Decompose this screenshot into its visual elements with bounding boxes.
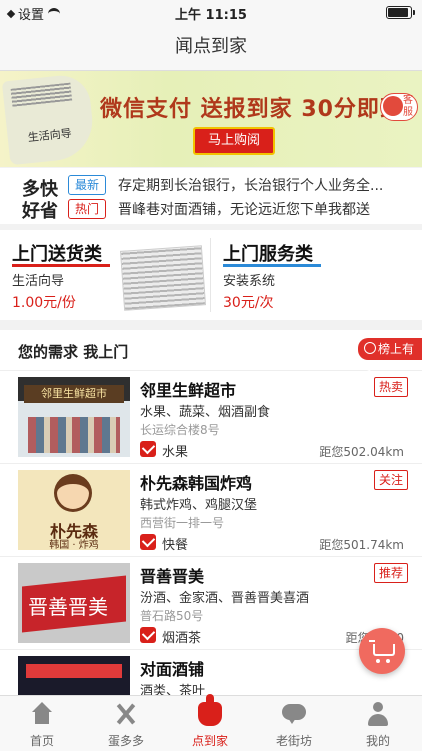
tab-mine[interactable]: 我的	[336, 696, 420, 751]
tab-home[interactable]: 首页	[0, 696, 84, 751]
shop-desc: 酒类、茶叶	[140, 684, 206, 695]
newspaper-label: 生活向导	[27, 126, 73, 145]
shop-desc: 韩式炸鸡、鸡腿汉堡	[140, 498, 258, 513]
ranking-button[interactable]: 榜上有名	[358, 338, 422, 378]
news-item-latest[interactable]: 存定期到长治银行，长治银行个人业务全...	[118, 175, 418, 195]
section-title: 您的需求 我上门	[18, 343, 129, 361]
category-sub: 安装系统	[223, 274, 276, 289]
nav-bar: 闻点到家	[0, 24, 422, 71]
shop-photo-scene	[28, 417, 120, 453]
shop-desc: 汾酒、金家酒、晋善晋美喜酒	[140, 591, 310, 606]
pin-icon	[364, 342, 376, 354]
category-title: 上门服务类	[223, 244, 313, 265]
ticker-logo-line2: 好省	[22, 201, 58, 222]
tab-label: 我的	[365, 734, 390, 748]
news-item-hot[interactable]: 晋峰巷对面酒铺，无论远近您下单我都送	[118, 199, 418, 219]
list-item[interactable]: 晋善晋美 晋善晋美 汾酒、金家酒、晋善晋美喜酒 普石路50号 推荐 烟酒茶 距您…	[0, 557, 422, 650]
newspaper-thumbnail	[120, 245, 206, 311]
newspaper-lines	[10, 82, 73, 107]
status-time: 上午 11:15	[175, 8, 247, 23]
tag-latest: 最新	[68, 175, 106, 195]
category-tag-icon	[140, 441, 156, 457]
shop-address: 长运综合楼8号	[140, 423, 220, 437]
user-icon	[366, 702, 390, 726]
page-title: 闻点到家	[175, 36, 247, 57]
list-item[interactable]: 朴先森 韩国 · 炸鸡 朴先森韩国炸鸡 韩式炸鸡、鸡腿汉堡 西营街一排一号 关注…	[0, 464, 422, 557]
tab-label: 点到家	[191, 734, 228, 748]
cart-wheel	[376, 659, 380, 663]
list-item[interactable]: 对面酒铺 酒类、茶叶	[0, 650, 422, 695]
tab-laojiefang[interactable]: 老街坊	[252, 696, 336, 751]
category-underline	[12, 264, 110, 267]
cart-fab-button[interactable]	[359, 628, 405, 674]
shop-category: 快餐	[162, 538, 189, 553]
category-service[interactable]: 上门服务类 安装系统 30元/次	[211, 230, 421, 320]
status-badge: 关注	[373, 470, 408, 490]
shop-neon-sign	[26, 664, 122, 678]
category-price: 30元/次	[223, 295, 274, 311]
customer-service-button[interactable]: 客服	[380, 93, 418, 121]
shop-photo-subtitle: 韩国 · 炸鸡	[49, 540, 99, 550]
battery-fill	[388, 8, 408, 17]
tab-bar: 首页 蛋多多 点到家 老街坊 我的	[0, 694, 422, 751]
category-tag-icon	[140, 534, 156, 550]
shop-category: 水果	[162, 445, 189, 460]
mascot-icon	[54, 474, 92, 512]
category-title: 上门送货类	[12, 244, 102, 265]
status-badge: 热卖	[373, 377, 408, 397]
category-price: 1.00元/份	[12, 295, 76, 311]
category-sub: 生活向导	[12, 274, 65, 289]
category-delivery[interactable]: 上门送货类 生活向导 1.00元/份	[0, 230, 210, 320]
category-underline	[223, 264, 321, 267]
shop-category: 烟酒茶	[162, 631, 202, 646]
service-label: 客服	[403, 95, 413, 118]
newspaper-image: 生活向导	[1, 72, 97, 166]
shop-photo-sign: 邻里生鲜超市	[24, 385, 124, 403]
tap-hand-icon	[198, 694, 222, 726]
tab-label: 蛋多多	[107, 734, 144, 748]
shop-desc: 水果、蔬菜、烟酒副食	[140, 405, 271, 420]
tab-diandaojia[interactable]: 点到家	[168, 694, 252, 751]
shop-address: 西营街一排一号	[140, 516, 225, 530]
home-icon	[30, 702, 54, 726]
shop-photo: 朴先森 韩国 · 炸鸡	[18, 470, 130, 550]
buy-now-button[interactable]: 马上购阅	[193, 127, 275, 155]
service-avatar-icon	[383, 96, 403, 116]
banner-slogan: 微信支付 送报到家 30分即到	[100, 97, 403, 122]
section-header: 您的需求 我上门 榜上有名	[0, 330, 422, 378]
chat-icon	[282, 702, 306, 726]
shop-name: 邻里生鲜超市	[140, 381, 237, 400]
shop-name: 朴先森韩国炸鸡	[140, 474, 253, 493]
status-badge: 推荐	[373, 563, 408, 583]
tab-label: 首页	[29, 734, 54, 748]
shop-photo: 邻里生鲜超市	[18, 377, 130, 457]
service-categories: 上门送货类 生活向导 1.00元/份 上门服务类 安装系统 30元/次	[0, 230, 422, 320]
cart-wheel	[386, 659, 390, 663]
shop-photo: 晋善晋美	[18, 563, 130, 643]
cart-icon	[369, 640, 395, 656]
shop-name: 对面酒铺	[140, 660, 205, 679]
tab-danduoduo[interactable]: 蛋多多	[84, 696, 168, 751]
battery-icon	[386, 6, 415, 19]
shop-photo	[18, 656, 130, 695]
news-ticker: 多快 好省 最新 存定期到长治银行，长治银行个人业务全... 热门 晋峰巷对面酒…	[0, 168, 422, 224]
category-tag-icon	[140, 627, 156, 643]
promo-banner[interactable]: 生活向导 微信支付 送报到家 30分即到 马上购阅 客服	[0, 71, 422, 167]
shop-distance: 距您502.04km	[319, 445, 404, 459]
shop-photo-sign: 晋善晋美	[28, 595, 108, 619]
shop-name: 晋善晋美	[140, 567, 205, 586]
list-item[interactable]: 邻里生鲜超市 邻里生鲜超市 水果、蔬菜、烟酒副食 长运综合楼8号 热卖 水果 距…	[0, 371, 422, 464]
tab-label: 老街坊	[275, 734, 312, 748]
status-bar: 设置 上午 11:15	[0, 0, 422, 24]
tools-icon	[114, 702, 138, 726]
shop-address: 普石路50号	[140, 609, 204, 623]
tag-hot: 热门	[68, 199, 106, 219]
shop-distance: 距您501.74km	[319, 538, 404, 552]
